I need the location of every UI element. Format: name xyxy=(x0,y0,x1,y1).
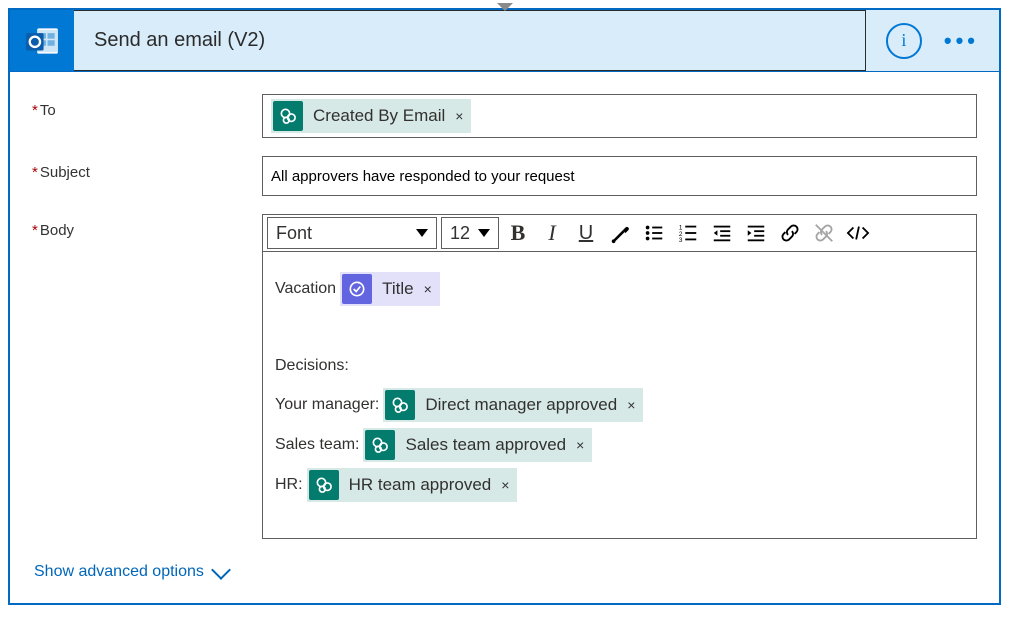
increase-indent-button[interactable] xyxy=(741,218,771,248)
sharepoint-icon xyxy=(309,470,339,500)
chevron-down-icon xyxy=(211,560,231,580)
outlook-icon xyxy=(10,10,74,71)
action-card: Send an email (V2) i ••• To Created By E… xyxy=(8,8,1001,605)
decrease-indent-button[interactable] xyxy=(707,218,737,248)
body-label: Body xyxy=(32,214,262,239)
numbered-list-button[interactable]: 123 xyxy=(673,218,703,248)
dynamic-token-created-by-email[interactable]: Created By Email × xyxy=(271,99,471,133)
subject-label: Subject xyxy=(32,156,262,181)
remove-token-icon[interactable]: × xyxy=(455,102,463,130)
remove-token-icon[interactable]: × xyxy=(424,273,432,305)
show-advanced-label: Show advanced options xyxy=(34,563,204,581)
token-label: Direct manager approved xyxy=(425,389,617,421)
show-advanced-toggle[interactable]: Show advanced options xyxy=(32,557,977,585)
field-row-to: To Created By Email × xyxy=(32,94,977,138)
italic-button[interactable]: I xyxy=(537,218,567,248)
bulleted-list-button[interactable] xyxy=(639,218,669,248)
subject-input[interactable] xyxy=(262,156,977,196)
remove-token-icon[interactable]: × xyxy=(576,429,584,461)
token-label: Sales team approved xyxy=(405,429,566,461)
sharepoint-icon xyxy=(365,430,395,460)
dynamic-token-title[interactable]: Title × xyxy=(340,272,440,306)
font-size-select[interactable]: 12 xyxy=(441,217,499,249)
dynamic-token-sales-approved[interactable]: Sales team approved × xyxy=(363,428,592,462)
token-label: Created By Email xyxy=(313,102,445,130)
unlink-button[interactable] xyxy=(809,218,839,248)
color-picker-button[interactable] xyxy=(605,218,635,248)
link-button[interactable] xyxy=(775,218,805,248)
card-body: To Created By Email × Subject xyxy=(10,72,999,603)
body-text: Your manager: xyxy=(275,389,379,421)
header-actions: i ••• xyxy=(866,10,999,71)
underline-button[interactable]: U xyxy=(571,218,601,248)
chevron-down-icon xyxy=(416,229,428,237)
info-icon[interactable]: i xyxy=(886,23,922,59)
font-family-value: Font xyxy=(276,223,312,244)
to-input[interactable]: Created By Email × xyxy=(262,94,977,138)
field-row-body: Body Font 12 B I U xyxy=(32,214,977,539)
body-content[interactable]: Vacation Title × Decisions: xyxy=(263,252,976,538)
token-label: HR team approved xyxy=(349,469,492,501)
dynamic-token-hr-approved[interactable]: HR team approved × xyxy=(307,468,518,502)
code-view-button[interactable] xyxy=(843,218,873,248)
editor-toolbar: Font 12 B I U xyxy=(263,215,976,252)
card-header: Send an email (V2) i ••• xyxy=(10,10,999,72)
body-text: Sales team: xyxy=(275,429,359,461)
body-text: Vacation xyxy=(275,273,336,305)
remove-token-icon[interactable]: × xyxy=(627,389,635,421)
token-label: Title xyxy=(382,273,414,305)
rich-text-editor: Font 12 B I U xyxy=(262,214,977,539)
remove-token-icon[interactable]: × xyxy=(501,469,509,501)
font-family-select[interactable]: Font xyxy=(267,217,437,249)
more-actions-icon[interactable]: ••• xyxy=(944,28,979,54)
dynamic-token-manager-approved[interactable]: Direct manager approved × xyxy=(383,388,643,422)
sharepoint-icon xyxy=(385,390,415,420)
card-title[interactable]: Send an email (V2) xyxy=(74,10,866,71)
body-text: Decisions: xyxy=(275,350,349,382)
body-text: HR: xyxy=(275,469,303,501)
field-row-subject: Subject xyxy=(32,156,977,196)
to-label: To xyxy=(32,94,262,119)
approvals-icon xyxy=(342,274,372,304)
svg-text:3: 3 xyxy=(679,237,683,244)
bold-button[interactable]: B xyxy=(503,218,533,248)
subject-text[interactable] xyxy=(271,168,968,185)
chevron-down-icon xyxy=(478,229,490,237)
connector-nub-icon xyxy=(497,3,513,11)
sharepoint-icon xyxy=(273,101,303,131)
font-size-value: 12 xyxy=(450,223,470,244)
